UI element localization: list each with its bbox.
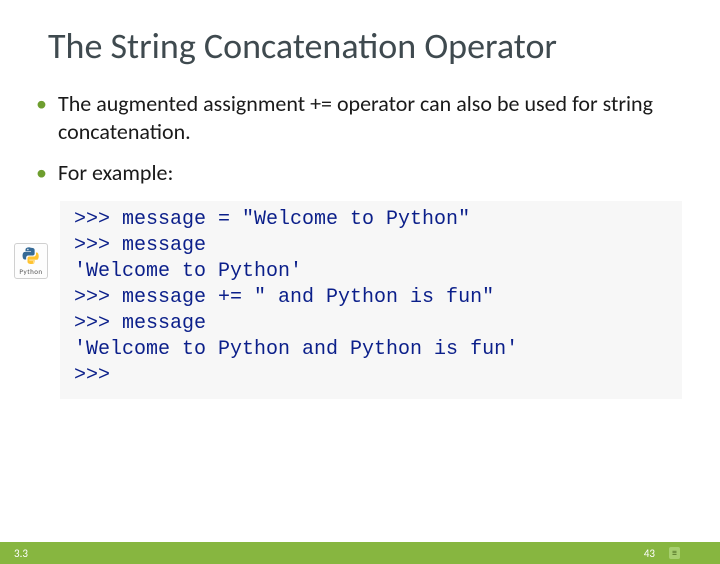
slide-title: The String Concatenation Operator — [48, 24, 720, 68]
license-badge-icon: ≡ — [669, 547, 680, 559]
bullet-item: For example: — [36, 159, 684, 187]
footer-page-number: 43 — [644, 547, 655, 560]
code-example: Python >>> message = "Welcome to Python"… — [60, 201, 682, 399]
slide-footer: 3.3 43 ≡ — [0, 542, 720, 564]
bullet-text: For example: — [58, 159, 173, 186]
bullet-text: The augmented assignment += operator can… — [58, 90, 653, 145]
python-icon-caption: Python — [19, 267, 42, 276]
python-logo-icon — [21, 246, 41, 266]
bullet-list: The augmented assignment += operator can… — [36, 90, 684, 187]
code-block: >>> message = "Welcome to Python" >>> me… — [60, 201, 682, 399]
python-icon: Python — [14, 243, 48, 279]
bullet-item: The augmented assignment += operator can… — [36, 90, 684, 145]
footer-section-number: 3.3 — [14, 547, 28, 560]
